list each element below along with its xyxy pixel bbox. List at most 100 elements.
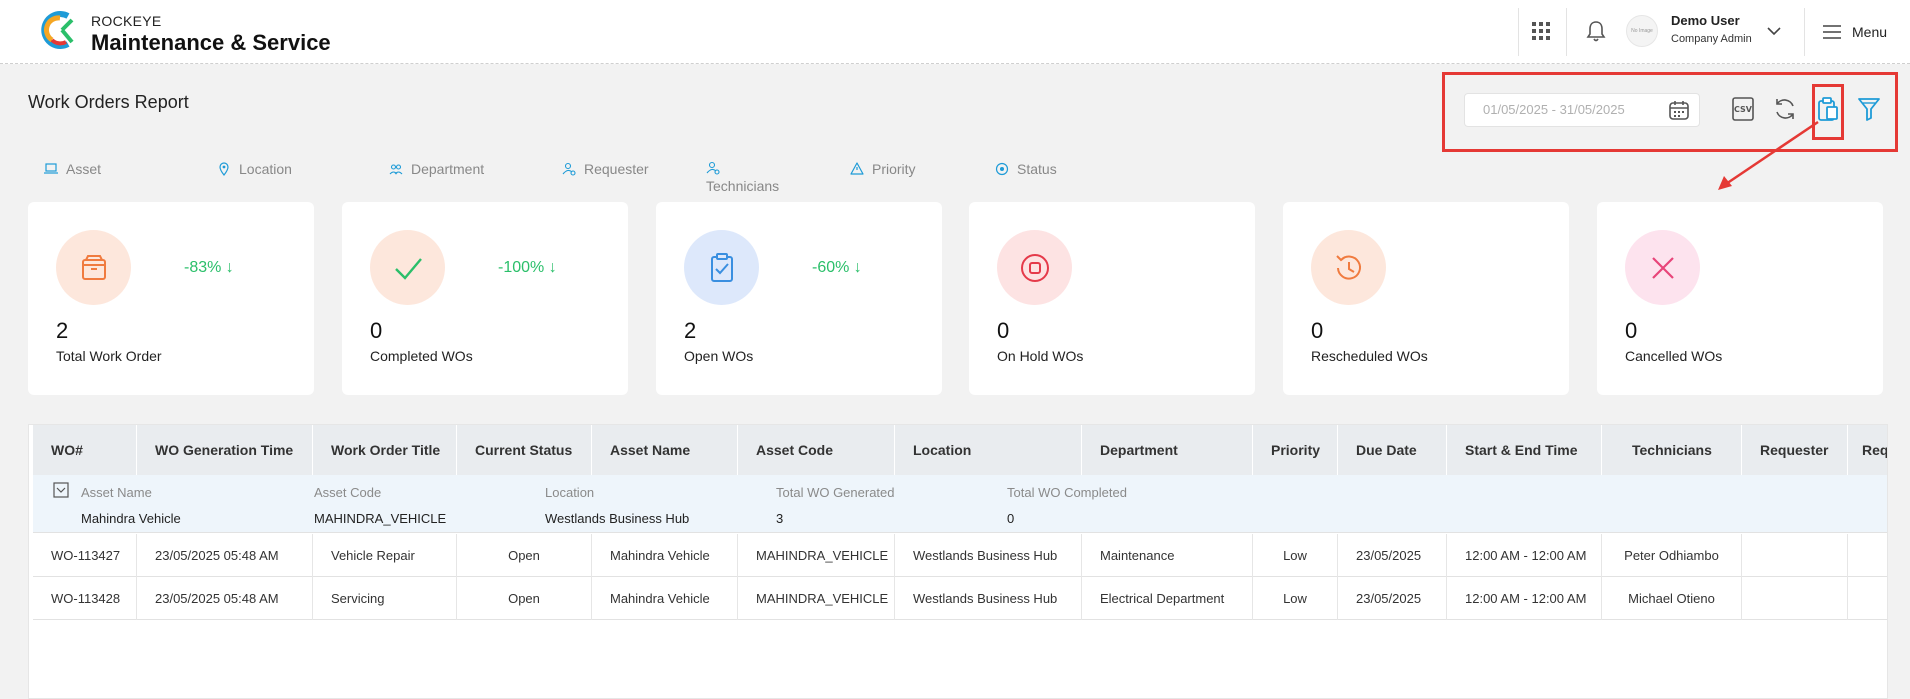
stop-icon [1020,253,1049,282]
annotation-arrow [1718,120,1819,190]
cell-asset-code: MAHINDRA_VEHICLE [738,577,895,620]
group-value: 0 [1007,511,1015,526]
filter-label: Technicians [706,178,780,194]
date-range-input[interactable]: 01/05/2025 - 31/05/2025 [1464,93,1700,127]
card-value: 0 [997,318,1010,343]
card-value: 2 [56,318,69,343]
column-header[interactable]: Asset Name [592,425,738,475]
column-header[interactable]: Current Status [457,425,592,475]
card-label: Rescheduled WOs [1311,348,1428,364]
card-icon-circle [1311,230,1386,305]
column-header[interactable]: Req [1848,425,1887,475]
cell-technicians: Michael Otieno [1602,577,1742,620]
card-icon-circle [370,230,445,305]
menu-label: Menu [1852,24,1888,40]
filter-asset[interactable]: Asset [44,161,101,177]
bell-icon[interactable] [1585,19,1607,43]
rockeye-logo-icon[interactable] [38,10,78,50]
card-icon-circle [997,230,1072,305]
filter-label: Priority [872,161,916,177]
header-divider [1804,8,1805,56]
people-icon [389,164,403,175]
stat-card-cancelled[interactable]: 0 Cancelled WOs [1597,202,1883,395]
card-icon-circle [684,230,759,305]
column-header[interactable]: Asset Code [738,425,895,475]
card-label: On Hold WOs [997,348,1084,364]
cell-title: Vehicle Repair [313,534,457,577]
column-header[interactable]: Due Date [1338,425,1447,475]
filter-label: Location [239,161,292,177]
stat-card-completed[interactable]: -100% ↓ 0 Completed WOs [342,202,628,395]
collapse-checkbox-icon[interactable] [53,482,69,498]
group-label: Total WO Completed [1007,485,1127,500]
table-row[interactable]: WO-113427 23/05/2025 05:48 AM Vehicle Re… [33,534,1887,577]
laptop-icon [44,163,58,174]
app-title: Maintenance & Service [91,30,331,55]
avatar[interactable]: No Image [1626,15,1658,47]
stat-card-total[interactable]: -83% ↓ 2 Total Work Order [28,202,314,395]
user-gear-icon [706,161,720,175]
column-header[interactable]: Requester [1742,425,1848,475]
cell-priority: Low [1253,577,1338,620]
group-label: Asset Code [314,485,382,500]
cell-asset-name: Mahindra Vehicle [592,577,738,620]
cell-asset-name: Mahindra Vehicle [592,534,738,577]
card-label: Cancelled WOs [1625,348,1723,364]
group-value: 3 [776,511,784,526]
cell-department: Electrical Department [1082,577,1253,620]
card-change: -60% ↓ [812,259,862,276]
column-header[interactable]: WO Generation Time [137,425,313,475]
cell-location: Westlands Business Hub [895,534,1082,577]
chevron-down-icon[interactable] [1766,23,1782,39]
filter-label: Status [1017,161,1057,177]
column-header[interactable]: Work Order Title [313,425,457,475]
cell-wo-number[interactable]: WO-113428 [33,577,137,620]
card-value: 0 [1311,318,1324,343]
filter-department[interactable]: Department [389,161,484,177]
location-pin-icon [219,162,229,176]
cell-technicians: Peter Odhiambo [1602,534,1742,577]
warning-triangle-icon [850,162,864,175]
stat-card-rescheduled[interactable]: 0 Rescheduled WOs [1283,202,1569,395]
column-header[interactable]: Technicians [1602,425,1742,475]
cell-req [1848,534,1887,577]
stat-card-open[interactable]: -60% ↓ 2 Open WOs [656,202,942,395]
csv-label: CSV [1734,105,1753,114]
cell-start-end: 12:00 AM - 12:00 AM [1447,577,1602,620]
cell-requester [1742,534,1848,577]
cell-priority: Low [1253,534,1338,577]
card-change: -83% ↓ [184,259,234,276]
menu-button[interactable]: Menu [1822,20,1887,44]
card-icon-circle [56,230,131,305]
asset-group-row[interactable]: Asset Name Asset Code Location Total WO … [33,475,1887,533]
stat-card-on-hold[interactable]: 0 On Hold WOs [969,202,1255,395]
filter-location[interactable]: Location [217,161,292,177]
column-header[interactable]: WO# [33,425,137,475]
filter-requester[interactable]: Requester [562,161,649,177]
user-role: Company Admin [1671,33,1752,45]
filter-technicians[interactable]: Technicians [706,161,779,194]
column-header[interactable]: Location [895,425,1082,475]
brand-small: ROCKEYE [91,13,162,29]
filter-status[interactable]: Status [995,161,1057,177]
box-icon [81,254,106,280]
filter-label: Asset [66,161,102,177]
table-header: WO# WO Generation Time Work Order Title … [33,425,1887,475]
filter-funnel-icon[interactable] [1856,96,1882,122]
calendar-icon[interactable] [1668,99,1690,121]
column-header[interactable]: Priority [1253,425,1338,475]
apps-grid-icon[interactable] [1530,20,1552,42]
filter-priority[interactable]: Priority [850,161,916,177]
user-gear-icon [562,162,576,176]
column-header[interactable]: Start & End Time [1447,425,1602,475]
group-label: Location [545,485,595,500]
group-label: Total WO Generated [776,485,895,500]
cell-wo-number[interactable]: WO-113427 [33,534,137,577]
check-icon [394,257,422,280]
card-label: Completed WOs [370,348,473,364]
cell-generation-time: 23/05/2025 05:48 AM [137,534,313,577]
table-row[interactable]: WO-113428 23/05/2025 05:48 AM Servicing … [33,577,1887,620]
column-header[interactable]: Department [1082,425,1253,475]
cell-generation-time: 23/05/2025 05:48 AM [137,577,313,620]
user-name[interactable]: Demo User [1671,13,1740,28]
